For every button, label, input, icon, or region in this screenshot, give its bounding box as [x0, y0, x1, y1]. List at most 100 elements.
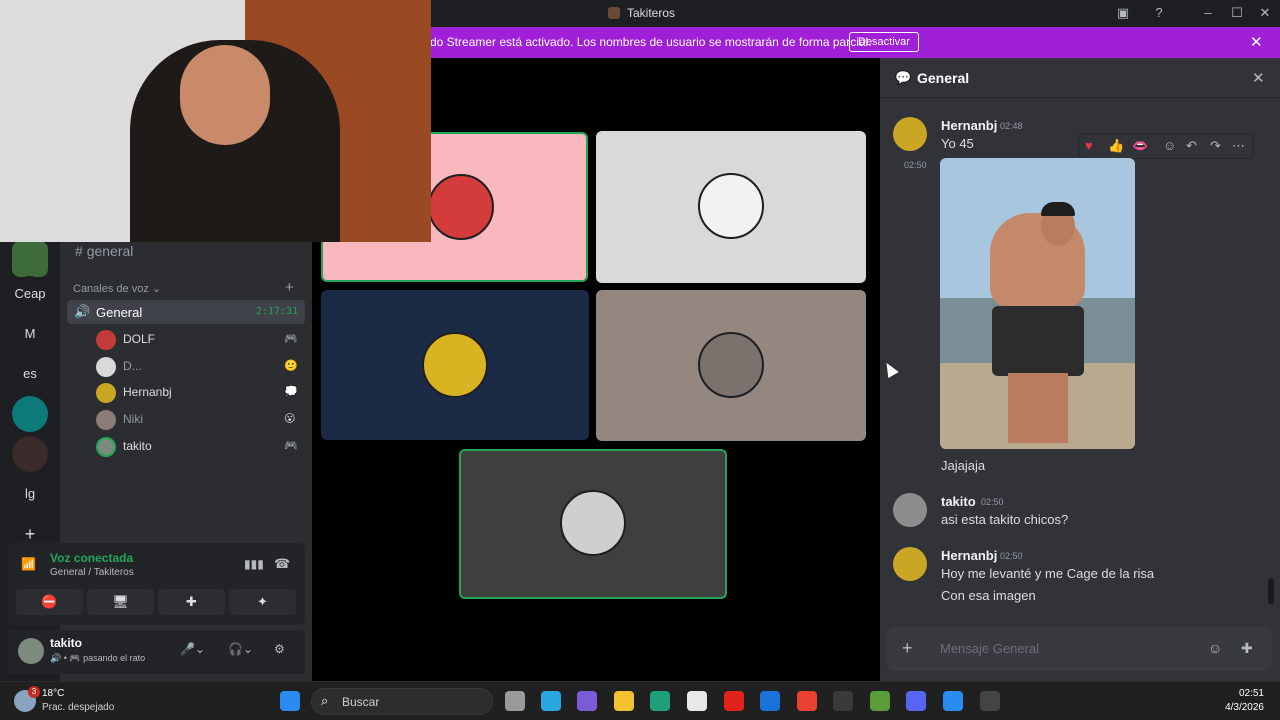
signal-icon[interactable]: 📶	[21, 557, 36, 571]
deactivate-button[interactable]: Desactivar	[849, 32, 919, 52]
message-composer[interactable]: + Mensaje General ☺ ✚	[887, 627, 1272, 671]
chat-header: 💬 General ✕	[880, 58, 1280, 98]
add-reaction-icon[interactable]: ☺	[1163, 138, 1176, 153]
voice-connected-sub[interactable]: General / Takiteros	[50, 567, 134, 578]
voice-member-takito[interactable]: takito 🎮	[96, 436, 302, 458]
settings-gear-icon[interactable]: ⚙	[274, 642, 285, 656]
participant-tile-niki[interactable]	[596, 290, 866, 441]
disconnect-icon[interactable]: ☎	[274, 556, 290, 572]
message-image[interactable]	[940, 158, 1135, 449]
attach-plus-icon[interactable]: +	[902, 638, 913, 659]
voice-member-d[interactable]: D... 🙂	[96, 356, 302, 378]
chrome-icon[interactable]	[797, 691, 817, 711]
member-name: D...	[123, 359, 142, 373]
maximize-button[interactable]: ☐	[1227, 4, 1247, 22]
participant-tile-d[interactable]	[596, 131, 866, 283]
help-icon[interactable]: ?	[1149, 4, 1169, 22]
activities-button[interactable]: ✚	[158, 589, 225, 615]
edge-icon[interactable]	[650, 691, 670, 711]
minecraft-icon[interactable]	[870, 691, 890, 711]
outlook-icon[interactable]	[760, 691, 780, 711]
server-dark[interactable]	[12, 436, 48, 472]
user-panel: takito 🔊 • 🎮 pasando el rato 🎤⌄ 🎧⌄ ⚙	[8, 630, 305, 674]
server-ceap[interactable]: Ceap	[12, 276, 48, 312]
activity-icon: 🙂	[284, 360, 298, 372]
weather-badge: 3	[28, 686, 40, 698]
more-icon[interactable]: ⋯	[1232, 138, 1245, 154]
banner-close-icon[interactable]: ✕	[1250, 33, 1263, 51]
message-time: 02:50	[1000, 551, 1023, 561]
taskbar-search[interactable]: ⌕ Buscar	[311, 688, 493, 715]
file-explorer-icon[interactable]	[614, 691, 634, 711]
headphones-icon[interactable]: 🎧⌄	[228, 642, 253, 656]
reply-icon[interactable]: ↶	[1186, 138, 1197, 154]
heart-reaction-icon[interactable]: ♥	[1085, 138, 1093, 153]
server-icon[interactable]	[12, 241, 48, 277]
screen-share-button[interactable]: 🖥	[87, 589, 154, 615]
participant-tile-takito[interactable]	[459, 449, 727, 599]
user-name[interactable]: takito	[50, 636, 82, 650]
thumbs-up-reaction-icon[interactable]: 👍	[1108, 138, 1124, 154]
server-lg[interactable]: lg	[12, 476, 48, 512]
voice-member-niki[interactable]: Niki 😮	[96, 409, 302, 431]
participant-tile-hernanbj[interactable]	[321, 290, 589, 440]
voice-member-dolf[interactable]: DOLF 🎮	[96, 329, 302, 351]
close-chat-icon[interactable]: ✕	[1252, 69, 1265, 87]
banner-text: do Streamer está activado. Los nombres d…	[430, 35, 872, 49]
start-icon[interactable]	[280, 691, 300, 711]
participant-avatar	[428, 174, 494, 240]
noise-suppression-icon[interactable]: ▮▮▮	[244, 557, 264, 571]
avatar[interactable]	[893, 493, 927, 527]
voice-channels-header[interactable]: Canales de voz ⌄	[73, 282, 161, 295]
anydesk-icon[interactable]	[724, 691, 744, 711]
avatar[interactable]	[893, 117, 927, 151]
clock-date[interactable]: 4/3/2026	[1212, 702, 1264, 713]
avatar[interactable]	[893, 547, 927, 581]
apps-icon[interactable]: ✚	[1241, 640, 1253, 657]
inbox-icon[interactable]: ▣	[1113, 4, 1133, 22]
voice-connected-label: Voz conectada	[50, 551, 134, 565]
message-author[interactable]: Hernanbj	[941, 118, 997, 133]
message-hover-toolbar: ♥ 👍 👄 ☺ ↶ ↷ ⋯	[1078, 133, 1254, 159]
participant-avatar	[698, 332, 764, 398]
server-m[interactable]: M	[12, 316, 48, 352]
server-es[interactable]: es	[12, 356, 48, 392]
soundboard-button[interactable]: ✦	[229, 589, 296, 615]
clock-time[interactable]: 02:51	[1222, 688, 1264, 699]
lips-reaction-icon[interactable]: 👄	[1132, 138, 1148, 154]
user-avatar[interactable]	[18, 638, 44, 664]
chat-title: General	[917, 70, 970, 86]
search-label: Buscar	[342, 695, 380, 709]
steam-icon[interactable]	[833, 691, 853, 711]
app-logo-icon	[608, 7, 620, 19]
message-author[interactable]: Hernanbj	[941, 548, 997, 563]
forward-icon[interactable]: ↷	[1210, 138, 1221, 154]
close-window-button[interactable]: ✕	[1255, 4, 1275, 22]
message-text: Yo 45	[941, 136, 974, 151]
chat-scrollbar[interactable]	[1268, 578, 1274, 604]
message-author[interactable]: takito	[941, 494, 976, 509]
message-time: 02:50	[904, 160, 927, 170]
member-name: Niki	[123, 412, 143, 426]
member-name: Hernanbj	[123, 385, 172, 399]
mic-icon[interactable]: 🎤⌄	[180, 642, 205, 656]
task-view-icon[interactable]	[505, 691, 525, 711]
snipping-icon[interactable]	[943, 691, 963, 711]
image-shorts	[992, 306, 1084, 376]
minimize-button[interactable]: –	[1198, 4, 1218, 22]
server-teal[interactable]	[12, 396, 48, 432]
avatar	[96, 330, 116, 350]
voice-channel-general[interactable]: 🔊 General 2:17:31	[67, 300, 305, 324]
voice-member-hernanbj[interactable]: Hernanbj 💭	[96, 382, 302, 404]
copilot-icon[interactable]	[577, 691, 597, 711]
media-player-icon[interactable]	[980, 691, 1000, 711]
activity-icon: 💭	[284, 386, 298, 398]
sticker-icon[interactable]: ☺	[1208, 640, 1222, 656]
camera-off-button[interactable]: ⛔	[16, 589, 83, 615]
text-channel-general[interactable]: # general	[75, 243, 133, 259]
widgets-icon[interactable]	[541, 691, 561, 711]
window-title: Takiteros	[627, 6, 676, 20]
store-icon[interactable]	[687, 691, 707, 711]
discord-icon[interactable]	[906, 691, 926, 711]
add-voice-channel-icon[interactable]: +	[285, 279, 294, 296]
